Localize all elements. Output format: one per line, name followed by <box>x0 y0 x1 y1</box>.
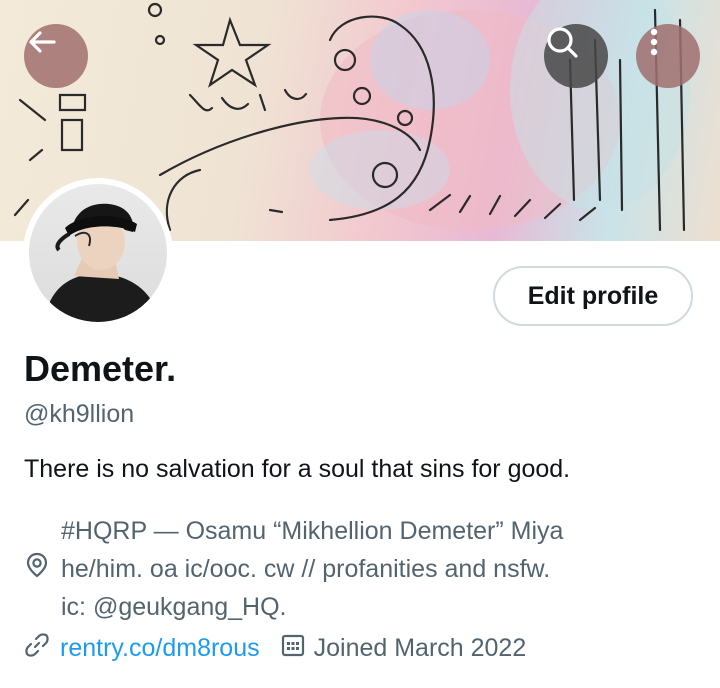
search-button[interactable] <box>544 24 608 88</box>
display-name: Demeter. <box>24 348 177 389</box>
location-line: ic: @geukgang_HQ. <box>61 593 287 621</box>
more-vertical-icon <box>650 28 658 56</box>
location-pin-icon <box>24 552 50 583</box>
search-icon <box>547 27 578 58</box>
profile-meta-row: rentry.co/dm8rous Joined March 2022 <box>24 630 526 666</box>
profile-location: #HQRP — Osamu “Mikhellion Demeter” Miya … <box>61 512 563 626</box>
avatar-image <box>29 184 167 322</box>
edit-profile-label: Edit profile <box>527 281 659 310</box>
avatar[interactable] <box>23 178 173 328</box>
back-button[interactable] <box>24 24 88 88</box>
calendar-icon <box>280 632 306 665</box>
more-options-button[interactable] <box>636 24 700 88</box>
username-handle: @kh9llion <box>24 400 135 428</box>
link-icon <box>24 632 50 665</box>
joined-date: Joined March 2022 <box>313 633 527 662</box>
location-line: #HQRP — Osamu “Mikhellion Demeter” Miya <box>61 517 564 545</box>
edit-profile-button[interactable]: Edit profile <box>493 266 693 326</box>
website-link[interactable]: rentry.co/dm8rous <box>60 634 260 663</box>
location-line: he/him. oa ic/ooc. cw // profanities and… <box>61 555 551 583</box>
bio-text: There is no salvation for a soul that si… <box>24 455 571 483</box>
arrow-left-icon <box>29 31 56 53</box>
